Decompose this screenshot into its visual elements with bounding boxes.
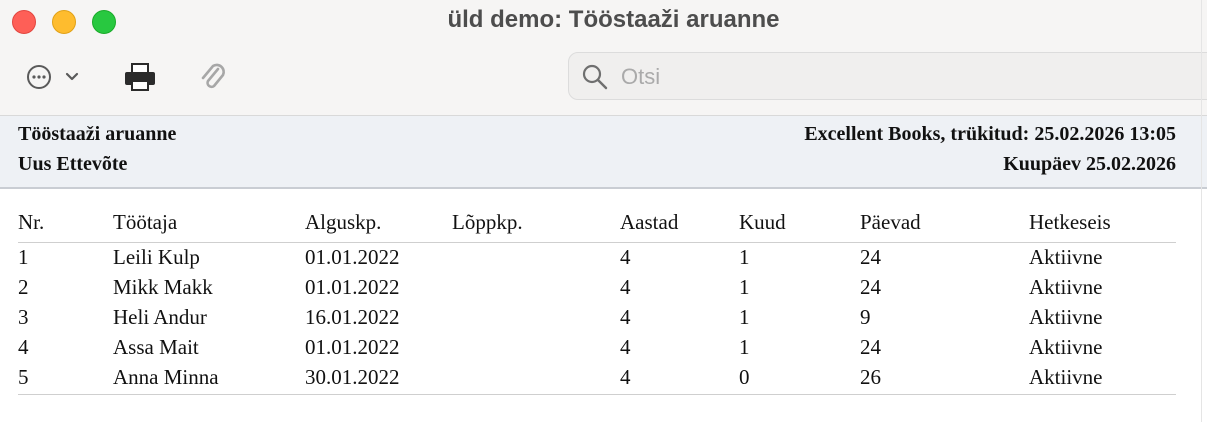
column-header: Päevad xyxy=(860,210,921,234)
cell-status: Aktiivne xyxy=(1029,305,1103,329)
printed-info: Excellent Books, trükitud: 25.02.2026 13… xyxy=(804,123,1176,145)
print-button[interactable] xyxy=(122,60,158,94)
search-field[interactable] xyxy=(568,52,1207,100)
cell-status: Aktiivne xyxy=(1029,335,1103,359)
table-header-row: Nr. Töötaja Alguskp. Lõppkp. Aastad Kuud… xyxy=(18,210,1176,240)
search-input[interactable] xyxy=(621,62,1181,92)
column-header: Aastad xyxy=(620,210,679,234)
printer-icon xyxy=(125,63,155,91)
cell-days: 24 xyxy=(860,245,881,269)
cell-employee: Heli Andur xyxy=(113,305,207,329)
scroll-edge xyxy=(1201,0,1202,422)
report-header: Tööstaaži aruanne Uus Ettevõte Excellent… xyxy=(0,116,1207,189)
cell-nr: 2 xyxy=(18,275,29,299)
table-row: 1 Leili Kulp 01.01.2022 4 1 24 Aktiivne xyxy=(18,245,1176,275)
column-header: Kuud xyxy=(739,210,786,234)
column-header: Hetkeseis xyxy=(1029,210,1111,234)
cell-nr: 4 xyxy=(18,335,29,359)
company-name: Uus Ettevõte xyxy=(18,153,128,175)
cell-employee: Anna Minna xyxy=(113,365,219,389)
cell-days: 9 xyxy=(860,305,871,329)
paperclip-icon xyxy=(201,63,225,89)
cell-nr: 3 xyxy=(18,305,29,329)
cell-employee: Assa Mait xyxy=(113,335,199,359)
cell-years: 4 xyxy=(620,365,631,389)
attach-button[interactable] xyxy=(198,60,228,94)
report-title: Tööstaaži aruanne xyxy=(18,123,177,145)
table-row: 3 Heli Andur 16.01.2022 4 1 9 Aktiivne xyxy=(18,305,1176,335)
chevron-down-icon xyxy=(65,72,79,81)
table-row: 2 Mikk Makk 01.01.2022 4 1 24 Aktiivne xyxy=(18,275,1176,305)
table-row: 5 Anna Minna 30.01.2022 4 0 26 Aktiivne xyxy=(18,365,1176,395)
cell-status: Aktiivne xyxy=(1029,365,1103,389)
cell-days: 24 xyxy=(860,275,881,299)
cell-start-date: 01.01.2022 xyxy=(305,275,400,299)
cell-status: Aktiivne xyxy=(1029,245,1103,269)
column-header: Lõppkp. xyxy=(452,210,523,234)
cell-days: 24 xyxy=(860,335,881,359)
column-header: Nr. xyxy=(18,210,45,234)
cell-start-date: 01.01.2022 xyxy=(305,335,400,359)
cell-years: 4 xyxy=(620,275,631,299)
cell-months: 1 xyxy=(739,245,750,269)
cell-years: 4 xyxy=(620,305,631,329)
cell-start-date: 16.01.2022 xyxy=(305,305,400,329)
cell-nr: 5 xyxy=(18,365,29,389)
cell-months: 1 xyxy=(739,275,750,299)
cell-months: 1 xyxy=(739,335,750,359)
cell-status: Aktiivne xyxy=(1029,275,1103,299)
cell-years: 4 xyxy=(620,245,631,269)
cell-employee: Mikk Makk xyxy=(113,275,213,299)
cell-years: 4 xyxy=(620,335,631,359)
more-actions-button[interactable] xyxy=(24,62,86,92)
cell-days: 26 xyxy=(860,365,881,389)
search-icon xyxy=(582,64,608,90)
window-toolbar: üld demo: Tööstaaži aruanne xyxy=(0,0,1207,116)
table-bottom-divider xyxy=(18,394,1176,395)
ellipsis-circle-icon xyxy=(27,65,79,89)
cell-months: 0 xyxy=(739,365,750,389)
column-header: Töötaja xyxy=(113,210,178,234)
report-date: Kuupäev 25.02.2026 xyxy=(1003,153,1176,175)
window-title: üld demo: Tööstaaži aruanne xyxy=(447,6,780,33)
column-header: Alguskp. xyxy=(305,210,382,234)
cell-nr: 1 xyxy=(18,245,29,269)
report-window: üld demo: Tööstaaži aruanne Otsi Tööstaa… xyxy=(0,0,1207,422)
table-row: 4 Assa Mait 01.01.2022 4 1 24 Aktiivne xyxy=(18,335,1176,365)
header-divider xyxy=(18,242,1176,243)
cell-start-date: 30.01.2022 xyxy=(305,365,400,389)
cell-employee: Leili Kulp xyxy=(113,245,200,269)
cell-start-date: 01.01.2022 xyxy=(305,245,400,269)
cell-months: 1 xyxy=(739,305,750,329)
